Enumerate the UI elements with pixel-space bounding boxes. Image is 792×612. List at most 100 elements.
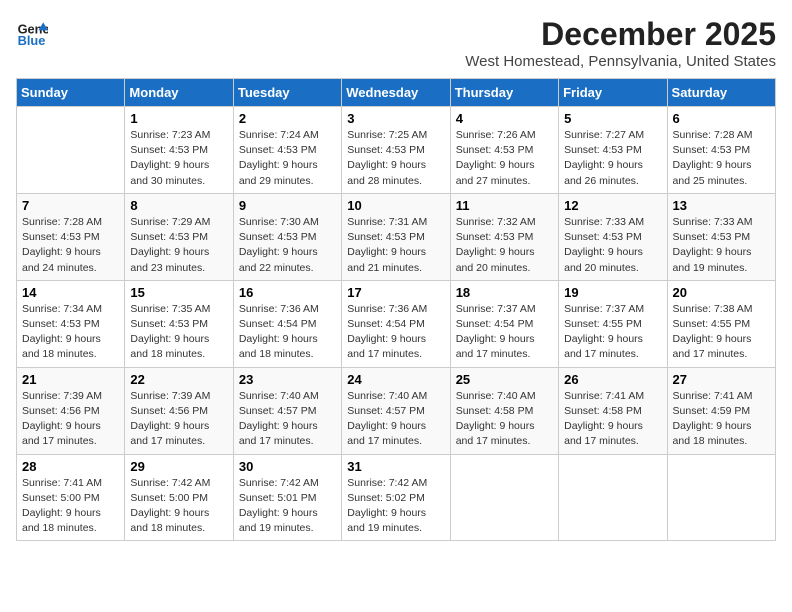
day-info: Sunrise: 7:28 AMSunset: 4:53 PMDaylight:… xyxy=(22,215,119,276)
header-sunday: Sunday xyxy=(17,79,125,107)
header-thursday: Thursday xyxy=(450,79,558,107)
day-number: 13 xyxy=(673,198,770,213)
calendar-cell: 8 Sunrise: 7:29 AMSunset: 4:53 PMDaylight… xyxy=(125,193,233,280)
calendar-cell: 22 Sunrise: 7:39 AMSunset: 4:56 PMDayligh… xyxy=(125,367,233,454)
calendar-cell xyxy=(667,454,775,541)
day-info: Sunrise: 7:36 AMSunset: 4:54 PMDaylight:… xyxy=(347,302,444,363)
day-number: 6 xyxy=(673,111,770,126)
calendar-cell: 19 Sunrise: 7:37 AMSunset: 4:55 PMDayligh… xyxy=(559,280,667,367)
day-number: 5 xyxy=(564,111,661,126)
header-monday: Monday xyxy=(125,79,233,107)
calendar-table: SundayMondayTuesdayWednesdayThursdayFrid… xyxy=(16,78,776,541)
calendar-cell: 5 Sunrise: 7:27 AMSunset: 4:53 PMDaylight… xyxy=(559,107,667,194)
logo: General Blue xyxy=(16,16,48,48)
day-number: 22 xyxy=(130,372,227,387)
calendar-cell: 13 Sunrise: 7:33 AMSunset: 4:53 PMDayligh… xyxy=(667,193,775,280)
calendar-cell: 4Sunrise: 7:26 AMSunset: 4:53 PMDaylight… xyxy=(450,107,558,194)
day-number: 20 xyxy=(673,285,770,300)
calendar-cell: 6 Sunrise: 7:28 AMSunset: 4:53 PMDaylight… xyxy=(667,107,775,194)
calendar-cell: 24 Sunrise: 7:40 AMSunset: 4:57 PMDayligh… xyxy=(342,367,450,454)
calendar-cell: 12 Sunrise: 7:33 AMSunset: 4:53 PMDayligh… xyxy=(559,193,667,280)
day-number: 12 xyxy=(564,198,661,213)
day-number: 3 xyxy=(347,111,444,126)
day-info: Sunrise: 7:25 AMSunset: 4:53 PMDaylight:… xyxy=(347,128,444,189)
day-info: Sunrise: 7:40 AMSunset: 4:57 PMDaylight:… xyxy=(347,389,444,450)
month-title: December 2025 xyxy=(465,16,776,53)
calendar-cell: 21Sunrise: 7:39 AMSunset: 4:56 PMDayligh… xyxy=(17,367,125,454)
calendar-week-5: 28 Sunrise: 7:41 AMSunset: 5:00 PMDayligh… xyxy=(17,454,776,541)
day-number: 14 xyxy=(22,285,119,300)
day-number: 16 xyxy=(239,285,336,300)
day-info: Sunrise: 7:39 AMSunset: 4:56 PMDaylight:… xyxy=(22,389,119,450)
day-info: Sunrise: 7:39 AMSunset: 4:56 PMDaylight:… xyxy=(130,389,227,450)
day-info: Sunrise: 7:34 AMSunset: 4:53 PMDaylight:… xyxy=(22,302,119,363)
day-info: Sunrise: 7:29 AMSunset: 4:53 PMDaylight:… xyxy=(130,215,227,276)
day-number: 19 xyxy=(564,285,661,300)
calendar-cell: 25 Sunrise: 7:40 AMSunset: 4:58 PMDayligh… xyxy=(450,367,558,454)
day-info: Sunrise: 7:42 AMSunset: 5:02 PMDaylight:… xyxy=(347,476,444,537)
day-info: Sunrise: 7:28 AMSunset: 4:53 PMDaylight:… xyxy=(673,128,770,189)
calendar-cell: 30 Sunrise: 7:42 AMSunset: 5:01 PMDayligh… xyxy=(233,454,341,541)
calendar-cell: 18Sunrise: 7:37 AMSunset: 4:54 PMDayligh… xyxy=(450,280,558,367)
day-number: 26 xyxy=(564,372,661,387)
day-number: 7 xyxy=(22,198,119,213)
day-info: Sunrise: 7:30 AMSunset: 4:53 PMDaylight:… xyxy=(239,215,336,276)
day-info: Sunrise: 7:33 AMSunset: 4:53 PMDaylight:… xyxy=(564,215,661,276)
day-number: 1 xyxy=(130,111,227,126)
day-info: Sunrise: 7:40 AMSunset: 4:58 PMDaylight:… xyxy=(456,389,553,450)
calendar-cell: 31Sunrise: 7:42 AMSunset: 5:02 PMDayligh… xyxy=(342,454,450,541)
day-info: Sunrise: 7:24 AMSunset: 4:53 PMDaylight:… xyxy=(239,128,336,189)
day-number: 24 xyxy=(347,372,444,387)
day-info: Sunrise: 7:37 AMSunset: 4:55 PMDaylight:… xyxy=(564,302,661,363)
day-info: Sunrise: 7:41 AMSunset: 5:00 PMDaylight:… xyxy=(22,476,119,537)
calendar-cell: 7 Sunrise: 7:28 AMSunset: 4:53 PMDaylight… xyxy=(17,193,125,280)
day-info: Sunrise: 7:41 AMSunset: 4:59 PMDaylight:… xyxy=(673,389,770,450)
day-number: 30 xyxy=(239,459,336,474)
day-number: 8 xyxy=(130,198,227,213)
day-number: 28 xyxy=(22,459,119,474)
calendar-cell: 29Sunrise: 7:42 AMSunset: 5:00 PMDayligh… xyxy=(125,454,233,541)
day-number: 9 xyxy=(239,198,336,213)
calendar-cell xyxy=(17,107,125,194)
day-info: Sunrise: 7:33 AMSunset: 4:53 PMDaylight:… xyxy=(673,215,770,276)
day-info: Sunrise: 7:36 AMSunset: 4:54 PMDaylight:… xyxy=(239,302,336,363)
calendar-week-1: 1 Sunrise: 7:23 AMSunset: 4:53 PMDaylight… xyxy=(17,107,776,194)
calendar-cell: 23 Sunrise: 7:40 AMSunset: 4:57 PMDayligh… xyxy=(233,367,341,454)
day-info: Sunrise: 7:38 AMSunset: 4:55 PMDaylight:… xyxy=(673,302,770,363)
svg-text:Blue: Blue xyxy=(18,33,46,48)
day-number: 2 xyxy=(239,111,336,126)
calendar-week-2: 7 Sunrise: 7:28 AMSunset: 4:53 PMDaylight… xyxy=(17,193,776,280)
day-info: Sunrise: 7:31 AMSunset: 4:53 PMDaylight:… xyxy=(347,215,444,276)
day-number: 10 xyxy=(347,198,444,213)
calendar-cell: 17 Sunrise: 7:36 AMSunset: 4:54 PMDayligh… xyxy=(342,280,450,367)
calendar-cell: 14 Sunrise: 7:34 AMSunset: 4:53 PMDayligh… xyxy=(17,280,125,367)
location-title: West Homestead, Pennsylvania, United Sta… xyxy=(465,53,776,70)
calendar-week-3: 14 Sunrise: 7:34 AMSunset: 4:53 PMDayligh… xyxy=(17,280,776,367)
calendar-cell: 16 Sunrise: 7:36 AMSunset: 4:54 PMDayligh… xyxy=(233,280,341,367)
day-number: 29 xyxy=(130,459,227,474)
calendar-cell: 9 Sunrise: 7:30 AMSunset: 4:53 PMDaylight… xyxy=(233,193,341,280)
day-info: Sunrise: 7:35 AMSunset: 4:53 PMDaylight:… xyxy=(130,302,227,363)
calendar-cell: 27Sunrise: 7:41 AMSunset: 4:59 PMDayligh… xyxy=(667,367,775,454)
day-info: Sunrise: 7:23 AMSunset: 4:53 PMDaylight:… xyxy=(130,128,227,189)
logo-icon: General Blue xyxy=(16,16,48,48)
calendar-cell: 11Sunrise: 7:32 AMSunset: 4:53 PMDayligh… xyxy=(450,193,558,280)
title-area: December 2025 West Homestead, Pennsylvan… xyxy=(465,16,776,70)
day-number: 17 xyxy=(347,285,444,300)
calendar-cell: 10 Sunrise: 7:31 AMSunset: 4:53 PMDayligh… xyxy=(342,193,450,280)
day-number: 23 xyxy=(239,372,336,387)
header-saturday: Saturday xyxy=(667,79,775,107)
calendar-cell: 3 Sunrise: 7:25 AMSunset: 4:53 PMDaylight… xyxy=(342,107,450,194)
day-info: Sunrise: 7:42 AMSunset: 5:01 PMDaylight:… xyxy=(239,476,336,537)
calendar-cell: 1 Sunrise: 7:23 AMSunset: 4:53 PMDaylight… xyxy=(125,107,233,194)
day-info: Sunrise: 7:40 AMSunset: 4:57 PMDaylight:… xyxy=(239,389,336,450)
day-number: 25 xyxy=(456,372,553,387)
calendar-cell xyxy=(450,454,558,541)
day-info: Sunrise: 7:32 AMSunset: 4:53 PMDaylight:… xyxy=(456,215,553,276)
day-info: Sunrise: 7:37 AMSunset: 4:54 PMDaylight:… xyxy=(456,302,553,363)
header-friday: Friday xyxy=(559,79,667,107)
day-number: 4 xyxy=(456,111,553,126)
day-info: Sunrise: 7:27 AMSunset: 4:53 PMDaylight:… xyxy=(564,128,661,189)
header-tuesday: Tuesday xyxy=(233,79,341,107)
calendar-cell: 20 Sunrise: 7:38 AMSunset: 4:55 PMDayligh… xyxy=(667,280,775,367)
